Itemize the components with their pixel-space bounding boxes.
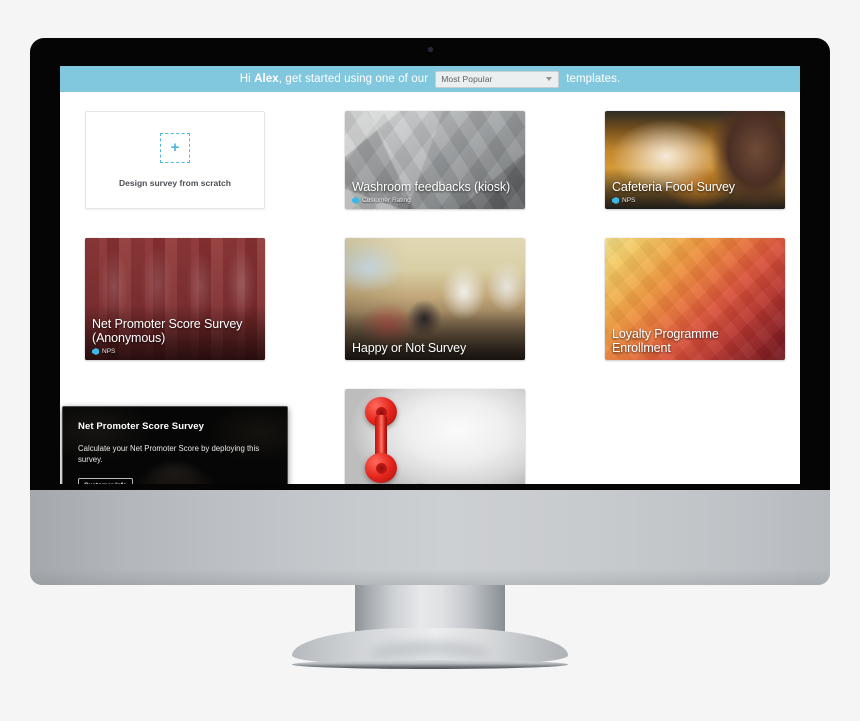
- tag-icon: [92, 348, 99, 355]
- tag-icon: [612, 197, 619, 204]
- card-tag-label: Customer Rating: [362, 197, 411, 204]
- template-card-contact-us-form[interactable]: Contact Us Form Customer Info: [345, 389, 525, 484]
- template-card-nps-anonymous[interactable]: Net Promoter Score Survey (Anonymous) NP…: [85, 238, 265, 360]
- card-tag-label: NPS: [622, 197, 636, 204]
- scratch-card-label: Design survey from scratch: [119, 177, 231, 188]
- card-tag-label: NPS: [102, 348, 116, 355]
- card-tag: NPS: [612, 197, 778, 204]
- card-title-line1: Loyalty Programme: [612, 327, 719, 341]
- screen-viewport: Hi Alex, get started using one of our Mo…: [60, 66, 800, 484]
- telephone-icon: [365, 397, 397, 483]
- card-thumbnail-image: [345, 389, 525, 484]
- card-body: Loyalty Programme Enrollment: [605, 327, 785, 360]
- plus-icon: +: [160, 132, 190, 163]
- hover-card-description: Calculate your Net Promoter Score by dep…: [78, 444, 260, 465]
- card-title: Washroom feedbacks (kiosk): [352, 180, 511, 194]
- hover-card-title: Net Promoter Score Survey: [78, 421, 205, 432]
- card-title-line2: Enrollment: [612, 341, 671, 355]
- card-title-line2: (Anonymous): [92, 331, 166, 345]
- card-design-from-scratch[interactable]: + Design survey from scratch: [85, 111, 265, 209]
- card-body: Happy or Not Survey: [345, 341, 525, 360]
- card-tag: Customer Rating: [352, 197, 518, 204]
- card-title: Contact Us Form: [352, 482, 518, 484]
- tag-icon: [352, 197, 359, 204]
- greeting-middle: , get started using one of our: [278, 73, 429, 85]
- template-card-hover-overlay[interactable]: Net Promoter Score Survey Calculate your…: [62, 406, 288, 484]
- greeting-prefix: Hi: [239, 73, 255, 85]
- greeting-suffix: templates.: [566, 73, 621, 85]
- card-title-line1: Net Promoter Score Survey: [92, 317, 243, 331]
- user-name: Alex: [254, 73, 279, 85]
- template-card-happy-or-not[interactable]: Happy or Not Survey: [345, 238, 525, 360]
- card-title: Happy or Not Survey: [352, 341, 467, 355]
- greeting-text-left: Hi Alex, get started using one of our: [240, 73, 428, 85]
- card-tag: NPS: [92, 348, 258, 355]
- card-body: Cafeteria Food Survey NPS: [605, 180, 785, 209]
- hover-card-category-pill[interactable]: Customer Info: [78, 478, 133, 484]
- template-card-cafeteria-food-survey[interactable]: Cafeteria Food Survey NPS: [605, 111, 785, 209]
- screenshot-stage: Hi Alex, get started using one of our Mo…: [0, 0, 860, 721]
- card-body: Contact Us Form Customer Info: [345, 482, 525, 484]
- telephone-mouthpiece: [365, 453, 397, 483]
- monitor-stand-base: [292, 660, 568, 669]
- hover-card-content: Net Promoter Score Survey Calculate your…: [63, 407, 287, 484]
- card-title: Net Promoter Score Survey (Anonymous): [92, 317, 258, 345]
- card-title: Cafeteria Food Survey: [612, 180, 735, 194]
- greeting-banner: Hi Alex, get started using one of our Mo…: [60, 66, 800, 92]
- card-body: Washroom feedbacks (kiosk) Customer Rati…: [345, 180, 525, 209]
- monitor-chin: [30, 490, 830, 585]
- chevron-down-icon: [546, 77, 553, 81]
- template-card-washroom-feedbacks[interactable]: Washroom feedbacks (kiosk) Customer Rati…: [345, 111, 525, 209]
- plus-glyph: +: [170, 139, 180, 156]
- webcam-icon: [427, 47, 433, 52]
- template-card-loyalty-programme[interactable]: Loyalty Programme Enrollment: [605, 238, 785, 360]
- sort-dropdown-value: Most Popular: [441, 74, 493, 84]
- sort-dropdown[interactable]: Most Popular: [435, 70, 560, 88]
- card-body: Net Promoter Score Survey (Anonymous) NP…: [85, 317, 265, 360]
- card-title: Loyalty Programme Enrollment: [612, 327, 778, 355]
